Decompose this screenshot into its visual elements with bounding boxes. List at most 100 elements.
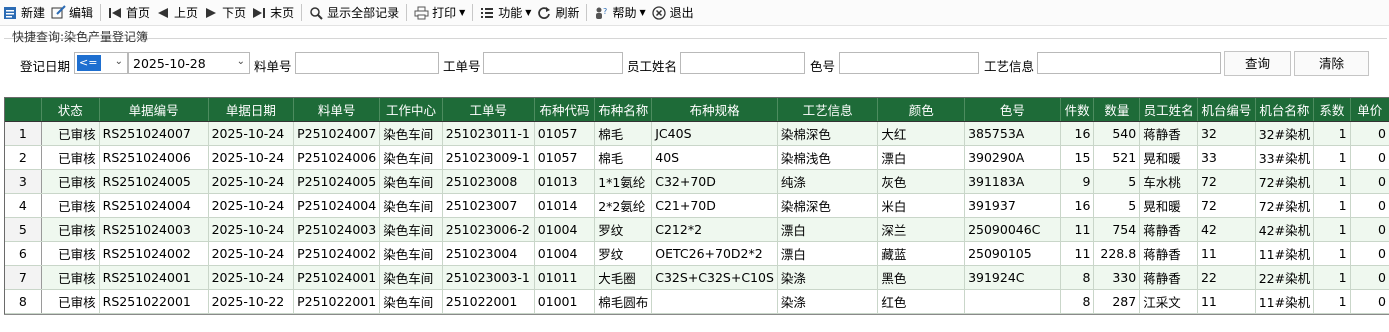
table-cell: 5 [1093,169,1141,194]
table-cell: 2025-10-24 [208,193,295,218]
help-person-icon: ? [593,5,609,21]
show-all-button[interactable]: 显示全部记录 [306,2,402,24]
table-cell: RS251024002 [99,241,209,266]
date-label: 登记日期 [20,59,71,74]
table-cell: 01057 [534,145,596,170]
table-cell: 251023011-1 [442,121,535,146]
column-header[interactable]: 系数 [1313,98,1351,122]
prev-page-button[interactable]: 上页 [153,2,201,24]
table-cell: 罗纹 [594,241,653,266]
table-cell: 已审核 [41,217,100,242]
table-cell: 390290A [964,145,1061,170]
next-page-button[interactable]: 下页 [201,2,249,24]
table-cell: 01004 [534,241,596,266]
column-header[interactable]: 工艺信息 [777,98,879,122]
color-no-input[interactable] [839,52,979,74]
column-header[interactable]: 色号 [964,98,1061,122]
table-cell: RS251024004 [99,193,209,218]
table-cell: 0 [1350,169,1389,194]
table-cell: 染色车间 [379,289,443,314]
date-operator-select[interactable]: <= ⌄ [74,52,128,74]
table-cell: 蒋静香 [1139,121,1198,146]
column-header[interactable]: 数量 [1093,98,1141,122]
table-cell: 染棉深色 [777,193,879,218]
refresh-label: 刷新 [555,6,580,20]
column-header[interactable]: 单据日期 [208,98,295,122]
table-row[interactable]: 7 已审核 RS251024001 2025-10-24 P251024001 染色车间 2… [5,265,1389,290]
first-page-button[interactable]: 首页 [105,2,153,24]
process-input[interactable] [1037,52,1221,74]
table-row[interactable]: 6 已审核 RS251024002 2025-10-24 P251024002 染色车间 2… [5,241,1389,266]
first-page-icon [107,5,123,21]
column-header[interactable]: 布种名称 [594,98,653,122]
column-header[interactable]: 机台名称 [1255,98,1315,122]
table-row[interactable]: 1 已审核 RS251024007 2025-10-24 P251024007 染色车间 2… [5,121,1389,146]
last-page-button[interactable]: 末页 [249,2,297,24]
column-header[interactable]: 工单号 [442,98,535,122]
exit-button[interactable]: 退出 [649,2,697,24]
table-cell: 染色车间 [379,169,443,194]
column-header[interactable]: 颜色 [877,98,966,122]
table-cell: 385753A [964,121,1061,146]
functions-button[interactable]: 功能 ▼ [477,2,534,24]
table-cell: 228.8 [1093,241,1141,266]
chevron-down-icon: ▼ [639,8,646,17]
table-row[interactable]: 4 已审核 RS251024004 2025-10-24 P251024004 染色车间 2… [5,193,1389,218]
table-cell: 0 [1350,241,1389,266]
column-header[interactable]: 布种规格 [651,98,778,122]
edit-button[interactable]: 编辑 [48,2,96,24]
column-header[interactable]: 单价 [1350,98,1389,122]
column-header[interactable]: 单据编号 [99,98,209,122]
table-cell: 32#染机 [1255,121,1315,146]
table-cell: 72 [1197,169,1256,194]
close-circle-icon [651,5,667,21]
table-row[interactable]: 2 已审核 RS251024006 2025-10-24 P251024006 染色车间 2… [5,145,1389,170]
table-cell: 391183A [964,169,1061,194]
table-cell: 深兰 [877,217,966,242]
table-cell: 染色车间 [379,217,443,242]
search-button[interactable]: 查询 [1224,51,1291,76]
column-header[interactable]: 布种代码 [534,98,596,122]
column-header[interactable]: 状态 [41,98,100,122]
work-order-input[interactable] [483,52,623,74]
column-header[interactable]: 料单号 [293,98,381,122]
row-number: 1 [5,121,42,146]
table-cell: 32 [1197,121,1256,146]
help-button[interactable]: ? 帮助 ▼ [591,2,648,24]
chevron-down-icon: ▼ [525,8,532,17]
table-row[interactable]: 8 已审核 RS251022001 2025-10-22 P251022001 染色车间 2… [5,289,1389,314]
data-grid: 状态 单据编号 单据日期 料单号 工作中心 工单号 布种代码 布种名称 布种规格 工艺信息 颜色 色号… [4,97,1389,315]
table-row[interactable]: 3 已审核 RS251024005 2025-10-24 P251024005 染色车间 2… [5,169,1389,194]
print-button[interactable]: 打印 ▼ [411,2,468,24]
table-cell: C32+70D [651,169,778,194]
new-button[interactable]: 新建 [0,2,48,24]
table-cell: 棉毛 [594,121,653,146]
table-cell: 251023008 [442,169,535,194]
column-header[interactable]: 件数 [1060,98,1095,122]
column-header[interactable]: 工作中心 [379,98,443,122]
date-picker[interactable]: 2025-10-28 ⌄ [128,52,250,74]
table-cell: 391924C [964,265,1061,290]
table-cell: 01004 [534,217,596,242]
date-value: 2025-10-28 [133,56,206,71]
table-cell: 已审核 [41,169,100,194]
column-header[interactable]: 机台编号 [1197,98,1256,122]
employee-input[interactable] [680,52,805,74]
table-cell: 染色车间 [379,241,443,266]
table-cell: C212*2 [651,217,778,242]
table-cell: 251023009-1 [442,145,535,170]
table-cell: 5 [1093,193,1141,218]
table-cell: 1 [1313,265,1351,290]
table-cell: P251024001 [293,265,381,290]
table-cell: 已审核 [41,289,100,314]
table-cell: 已审核 [41,193,100,218]
clear-button[interactable]: 清除 [1294,51,1369,76]
material-no-input[interactable] [295,52,439,74]
table-cell: 72#染机 [1255,169,1315,194]
refresh-button[interactable]: 刷新 [534,2,582,24]
table-cell: 2025-10-22 [208,289,295,314]
table-cell: 251022001 [442,289,535,314]
table-row[interactable]: 5 已审核 RS251024003 2025-10-24 P251024003 染色车间 2… [5,217,1389,242]
edit-label: 编辑 [69,6,94,20]
column-header[interactable]: 员工姓名 [1139,98,1198,122]
